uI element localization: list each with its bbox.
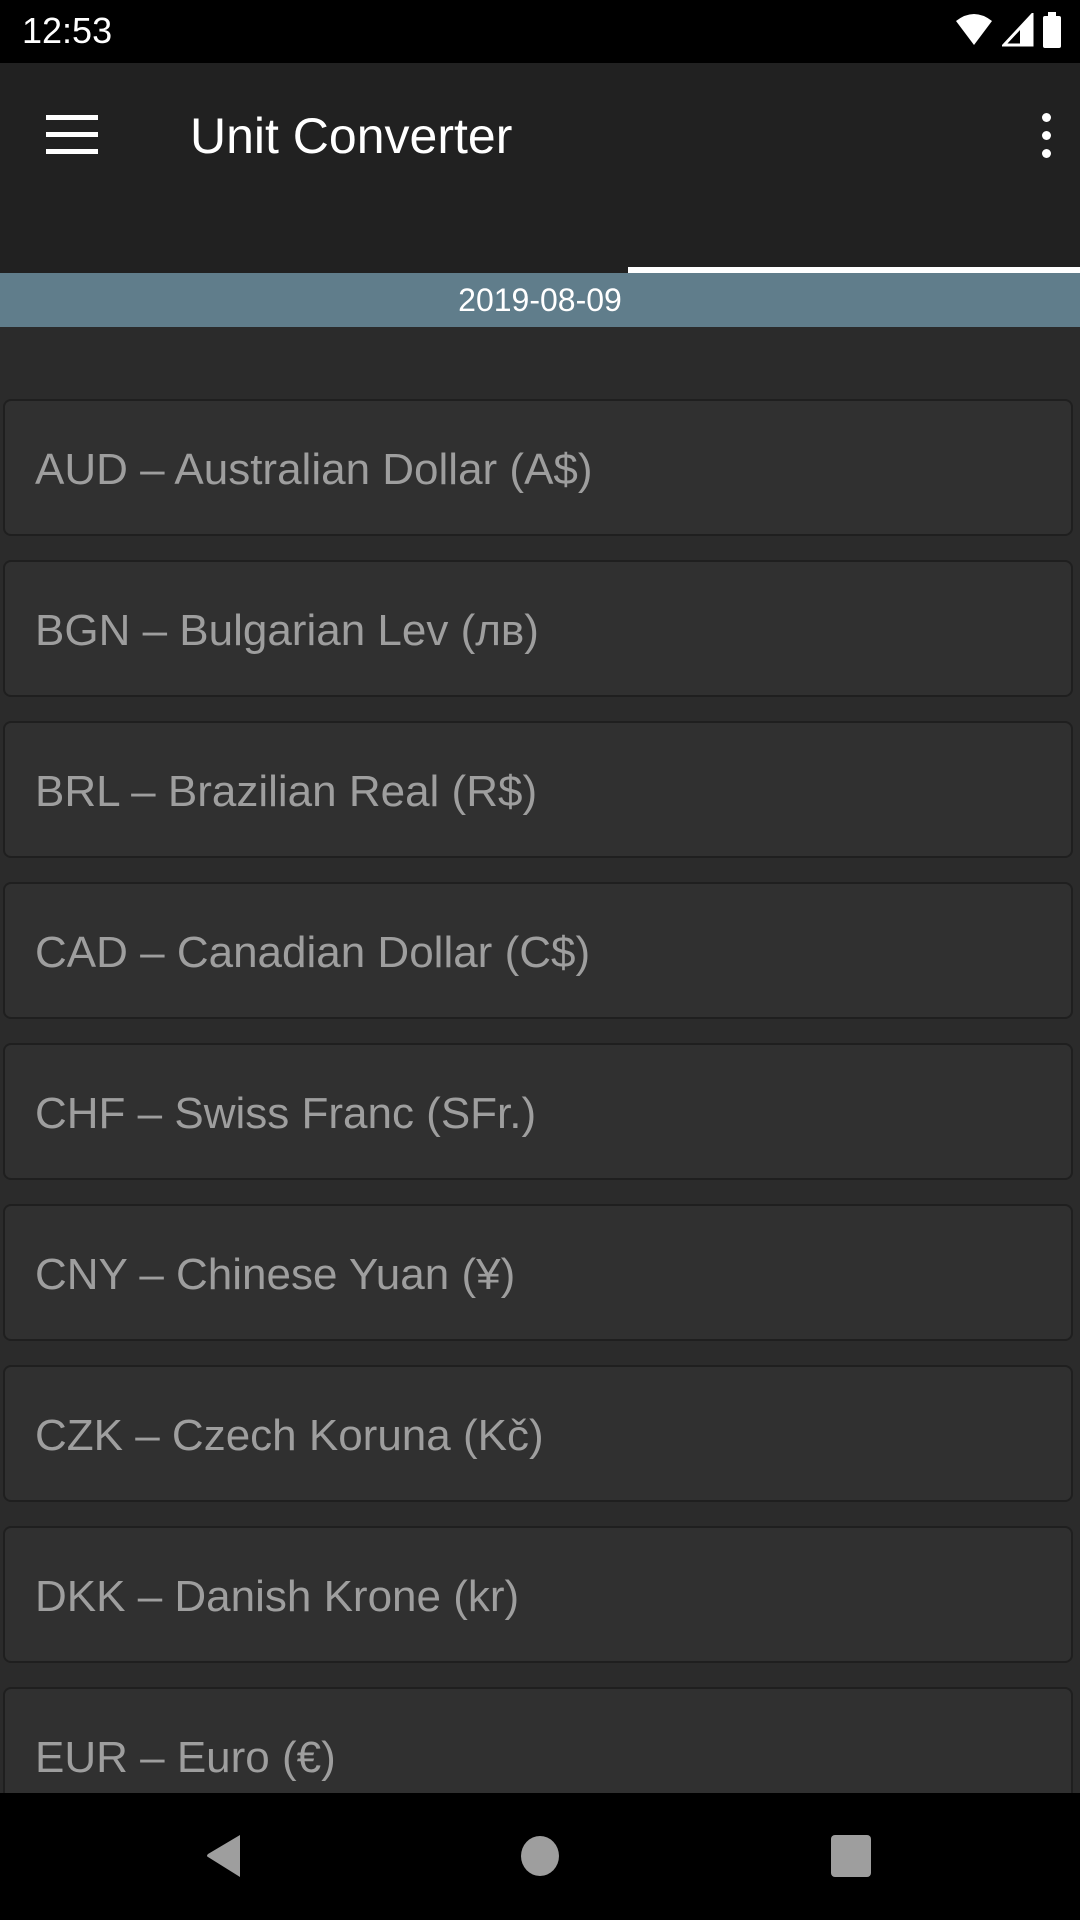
currency-label: BGN – Bulgarian Lev (лв) [35, 606, 539, 655]
currency-item-dkk[interactable]: DKK – Danish Krone (kr) [3, 1526, 1073, 1663]
currency-item-bgn[interactable]: BGN – Bulgarian Lev (лв) [3, 560, 1073, 697]
signal-icon [1002, 13, 1034, 47]
currency-label: CZK – Czech Koruna (Kč) [35, 1411, 544, 1460]
currency-label: CHF – Swiss Franc (SFr.) [35, 1089, 537, 1138]
currency-label: DKK – Danish Krone (kr) [35, 1572, 520, 1621]
home-icon[interactable] [520, 1833, 560, 1879]
currency-item-aud[interactable]: AUD – Australian Dollar (A$) [3, 399, 1073, 536]
wifi-icon [956, 14, 992, 45]
app-bar: Unit Converter MPERATURE TIME VOLUME CUR… [0, 63, 1080, 314]
date-banner: 2019-08-09 [0, 273, 1080, 327]
currency-item-chf[interactable]: CHF – Swiss Franc (SFr.) [3, 1043, 1073, 1180]
navigation-bar [0, 1793, 1080, 1920]
currency-label: AUD – Australian Dollar (A$) [35, 445, 593, 494]
currency-label: CNY – Chinese Yuan (¥) [35, 1250, 516, 1299]
back-icon[interactable] [204, 1833, 244, 1879]
status-time: 12:53 [22, 10, 113, 51]
currency-item-brl[interactable]: BRL – Brazilian Real (R$) [3, 721, 1073, 858]
currency-item-cny[interactable]: CNY – Chinese Yuan (¥) [3, 1204, 1073, 1341]
more-vert-icon[interactable] [1036, 113, 1056, 159]
battery-icon [1043, 12, 1061, 48]
currency-item-eur[interactable]: EUR – Euro (€) [3, 1687, 1073, 1793]
currency-list[interactable]: AUD – Australian Dollar (A$) BGN – Bulga… [0, 327, 1080, 1793]
app-title: Unit Converter [190, 108, 513, 164]
status-bar: 12:53 [0, 0, 1080, 63]
currency-item-cad[interactable]: CAD – Canadian Dollar (C$) [3, 882, 1073, 1019]
hamburger-menu-icon[interactable] [46, 115, 98, 155]
currency-label: EUR – Euro (€) [35, 1733, 336, 1782]
currency-label: CAD – Canadian Dollar (C$) [35, 928, 591, 977]
recents-icon[interactable] [830, 1833, 872, 1879]
currency-item-czk[interactable]: CZK – Czech Koruna (Kč) [3, 1365, 1073, 1502]
status-icons [954, 12, 1062, 48]
currency-label: BRL – Brazilian Real (R$) [35, 767, 538, 816]
